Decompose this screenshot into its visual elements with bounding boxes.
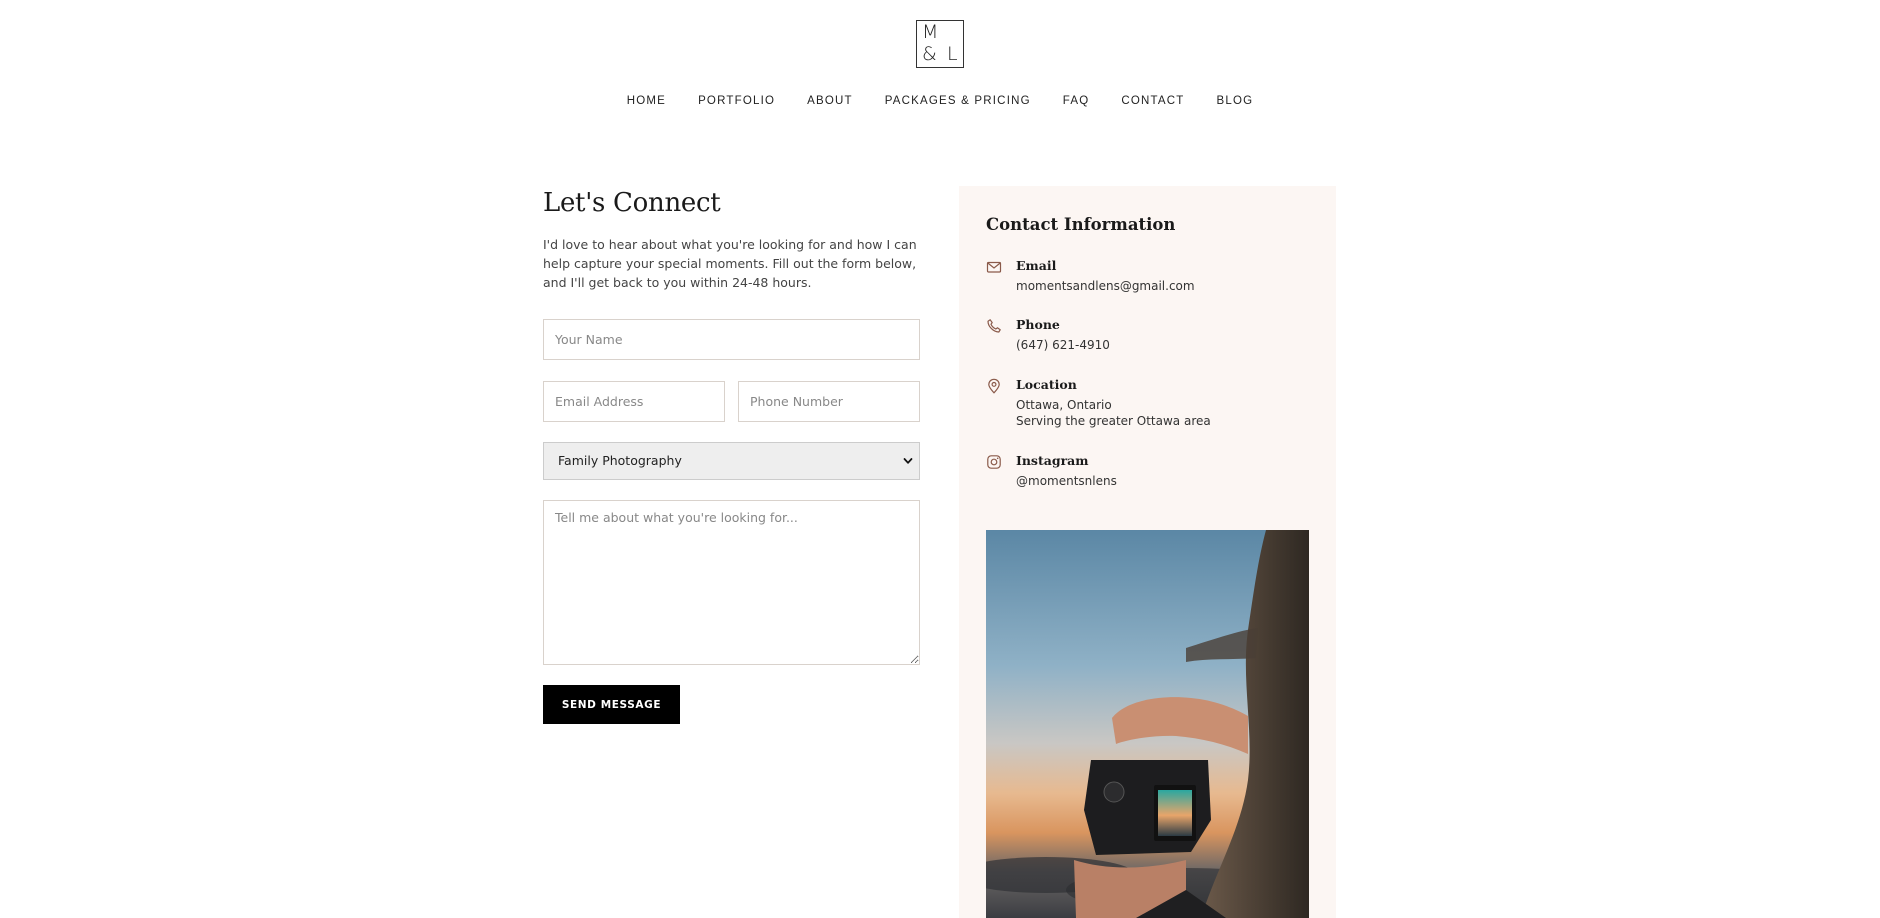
phone-value[interactable]: (647) 621-4910 [1016,337,1110,353]
email-label: Email [1016,258,1057,273]
nav-contact[interactable]: CONTACT [1121,91,1184,111]
logo-ampersand: & [922,43,937,65]
instagram-icon [987,455,1001,469]
page-title: Let's Connect [543,188,721,218]
logo-letter-m: M [922,21,939,43]
chevron-down-icon [903,458,913,464]
main-navigation: HOME PORTFOLIO ABOUT PACKAGES & PRICING … [0,91,1880,111]
nav-faq[interactable]: FAQ [1063,91,1090,111]
instagram-label: Instagram [1016,453,1089,468]
logo-letter-l: L [947,43,958,65]
intro-text: I'd love to hear about what you're looki… [543,237,917,290]
phone-input[interactable] [738,381,920,422]
phone-icon [987,319,1001,333]
email-value[interactable]: momentsandlens@gmail.com [1016,278,1195,294]
send-message-button[interactable]: SEND MESSAGE [543,685,680,724]
name-input[interactable] [543,319,920,360]
service-select[interactable]: Family Photography [543,442,920,480]
contact-info-panel: Contact Information Email momentsandlens… [959,186,1336,918]
message-textarea[interactable] [543,500,920,665]
map-pin-icon [988,378,1000,394]
site-logo[interactable]: M & L [916,20,964,68]
instagram-handle[interactable]: @momentsnlens [1016,473,1117,489]
nav-packages-pricing[interactable]: PACKAGES & PRICING [885,91,1031,111]
nav-about[interactable]: ABOUT [807,91,853,111]
location-label: Location [1016,377,1077,392]
location-city: Ottawa, Ontario [1016,398,1112,412]
email-input[interactable] [543,381,725,422]
contact-info-title: Contact Information [986,215,1176,234]
location-area: Serving the greater Ottawa area [1016,414,1211,428]
photographer-photo [986,530,1309,918]
nav-portfolio[interactable]: PORTFOLIO [698,91,775,111]
nav-blog[interactable]: BLOG [1216,91,1253,111]
location-value: Ottawa, Ontario Serving the greater Otta… [1016,397,1211,429]
contact-form-header: Let's Connect I'd love to hear about wha… [543,185,920,292]
mail-icon [986,261,1002,273]
phone-label: Phone [1016,317,1060,332]
nav-home[interactable]: HOME [627,91,666,111]
